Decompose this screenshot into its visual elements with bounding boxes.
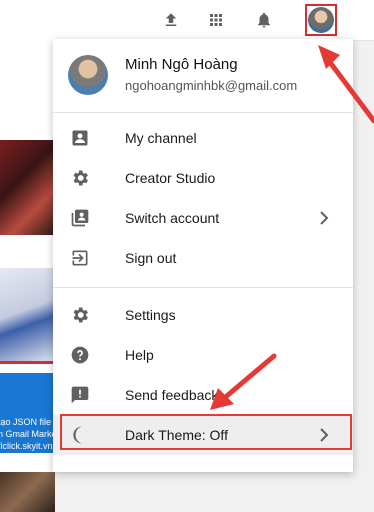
menu-item-my-channel[interactable]: My channel bbox=[53, 118, 353, 158]
menu-divider bbox=[53, 112, 353, 113]
menu-item-label: Dark Theme: Off bbox=[125, 427, 228, 443]
feedback-icon bbox=[70, 385, 90, 405]
menu-item-creator-studio[interactable]: Creator Studio bbox=[53, 158, 353, 198]
switch-account-icon bbox=[70, 208, 90, 228]
thumbnail-text: n Gmail Marke bbox=[0, 429, 55, 439]
settings-icon bbox=[70, 305, 90, 325]
background-video-list: tạo JSON file n Gmail Marke ficlick.skyi… bbox=[0, 40, 55, 512]
menu-item-dark-theme[interactable]: Dark Theme: Off bbox=[53, 415, 353, 455]
chevron-right-icon bbox=[319, 210, 329, 226]
menu-item-label: My channel bbox=[125, 130, 197, 146]
menu-item-settings[interactable]: Settings bbox=[53, 295, 353, 335]
avatar-image bbox=[308, 7, 334, 33]
top-bar bbox=[0, 0, 374, 41]
menu-divider bbox=[53, 287, 353, 288]
menu-item-label: Settings bbox=[125, 307, 176, 323]
account-email: ngohoangminhbk@gmail.com bbox=[125, 78, 298, 93]
account-menu: Minh Ngô Hoàng ngohoangminhbk@gmail.com … bbox=[53, 39, 353, 472]
help-icon bbox=[70, 345, 90, 365]
account-header: Minh Ngô Hoàng ngohoangminhbk@gmail.com bbox=[53, 39, 353, 112]
video-thumbnail[interactable] bbox=[0, 140, 55, 235]
gear-icon bbox=[70, 168, 90, 188]
moon-icon bbox=[70, 425, 90, 445]
menu-item-sign-out[interactable]: Sign out bbox=[53, 238, 353, 278]
menu-item-switch-account[interactable]: Switch account bbox=[53, 198, 353, 238]
menu-item-label: Switch account bbox=[125, 210, 220, 226]
upload-icon[interactable] bbox=[159, 8, 183, 32]
video-thumbnail[interactable]: tạo JSON file n Gmail Marke ficlick.skyi… bbox=[0, 373, 55, 453]
account-avatar-large bbox=[68, 55, 108, 95]
person-icon bbox=[70, 128, 90, 148]
thumbnail-text: tạo JSON file bbox=[0, 417, 52, 427]
account-name: Minh Ngô Hoàng bbox=[125, 56, 238, 73]
account-avatar[interactable] bbox=[305, 4, 337, 36]
menu-item-label: Help bbox=[125, 347, 154, 363]
menu-item-send-feedback[interactable]: Send feedback bbox=[53, 375, 353, 415]
menu-item-label: Creator Studio bbox=[125, 170, 216, 186]
notifications-bell-icon[interactable] bbox=[252, 8, 276, 32]
menu-item-label: Sign out bbox=[125, 250, 177, 266]
sign-out-icon bbox=[70, 248, 90, 268]
apps-grid-icon[interactable] bbox=[204, 8, 228, 32]
menu-item-label: Send feedback bbox=[125, 387, 219, 403]
chevron-right-icon bbox=[319, 427, 329, 443]
menu-item-help[interactable]: Help bbox=[53, 335, 353, 375]
thumbnail-text: ficlick.skyit.vn bbox=[0, 441, 53, 451]
video-thumbnail[interactable] bbox=[0, 472, 55, 512]
video-thumbnail[interactable] bbox=[0, 268, 55, 364]
